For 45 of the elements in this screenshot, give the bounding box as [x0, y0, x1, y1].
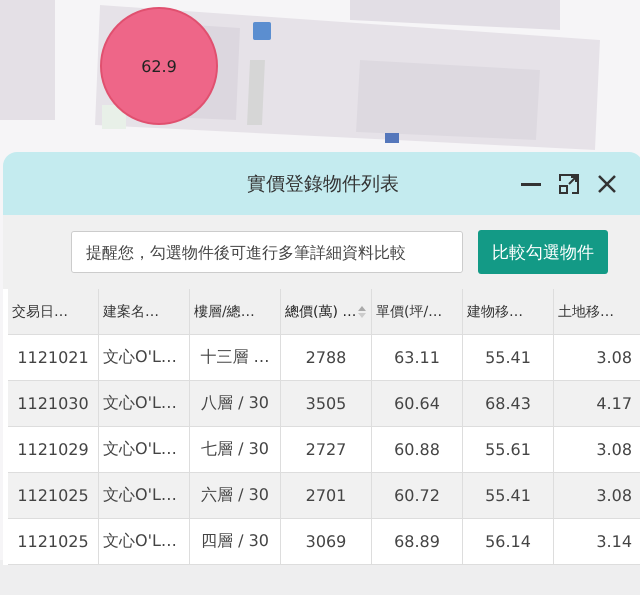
table-cell: 四層 / 30: [201, 531, 269, 552]
table-cell: 文心O'L…: [103, 347, 177, 368]
table-cell: 68.89: [394, 532, 440, 551]
table-cell: 56.14: [485, 532, 531, 551]
table-cell: 1121029: [17, 440, 89, 459]
column-header[interactable]: 土地移…: [558, 302, 614, 320]
table-cell: 2727: [306, 440, 346, 459]
table-cell: 60.64: [394, 394, 440, 413]
table-cell: 55.61: [485, 440, 531, 459]
table-cell: 七層 / 30: [201, 439, 269, 460]
table-cell: 1121025: [17, 532, 89, 551]
table-cell: 3.08: [596, 348, 632, 367]
table-cell: 文心O'L…: [103, 393, 177, 414]
table-cell: 文心O'L…: [103, 485, 177, 506]
column-header[interactable]: 建案名…: [103, 302, 159, 320]
column-header[interactable]: 建物移…: [467, 302, 523, 320]
table-cell: 3505: [306, 394, 346, 413]
table-cell: 63.11: [394, 348, 440, 367]
column-header[interactable]: 總價(萬) …: [285, 302, 356, 320]
table-cell: 文心O'L…: [103, 439, 177, 460]
table-cell: 八層 / 30: [201, 393, 269, 414]
table-cell: 60.72: [394, 486, 440, 505]
table-cell: 1121025: [17, 486, 89, 505]
table-cell: 1121030: [17, 394, 89, 413]
table-cell: 2788: [306, 348, 346, 367]
table-cell: 2701: [306, 486, 346, 505]
table-cell: 55.41: [485, 486, 531, 505]
table-cell: 3.08: [596, 486, 632, 505]
column-header[interactable]: 單價(坪/…: [376, 302, 442, 320]
table-cell: 1121021: [17, 348, 89, 367]
table-cell: 4.17: [596, 394, 632, 413]
column-header[interactable]: 交易日…: [12, 302, 68, 320]
column-header[interactable]: 樓層/總…: [194, 302, 255, 320]
table-cell: 3.08: [596, 440, 632, 459]
window-title: 實價登錄物件列表: [247, 172, 399, 196]
table-cell: 十三層 …: [200, 347, 270, 368]
table-cell: 55.41: [485, 348, 531, 367]
table-cell: 3.14: [596, 532, 632, 551]
table-cell: 60.88: [394, 440, 440, 459]
search-field[interactable]: 提醒您，勾選物件後可進行多筆詳細資料比較: [71, 231, 463, 273]
table-cell: 68.43: [485, 394, 531, 413]
table-cell: 文心O'L…: [103, 531, 177, 552]
table-cell: 六層 / 30: [201, 485, 269, 506]
compare-button[interactable]: 比較勾選物件: [478, 230, 608, 274]
table-cell: 3069: [306, 532, 346, 551]
